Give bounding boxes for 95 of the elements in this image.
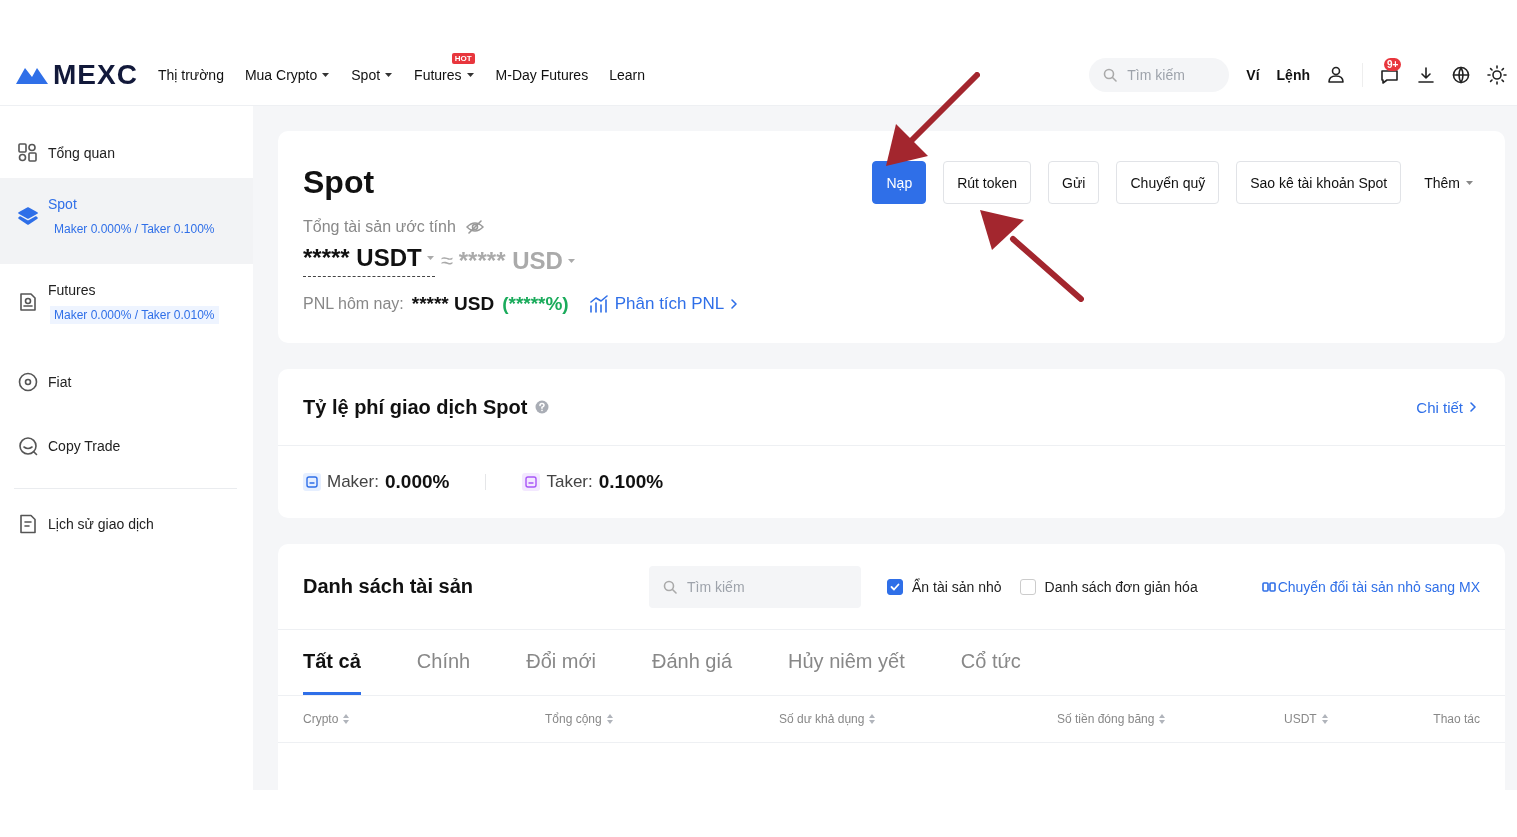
eye-off-icon [465,220,484,234]
page-title: Spot [303,164,375,201]
sort-icon [1159,714,1166,724]
tab[interactable]: Đánh giá [652,630,733,695]
pnl-analysis-link[interactable]: Phân tích PNL [588,294,739,314]
caret-icon [384,72,394,78]
fee-label: Maker: [327,472,379,492]
detail-link[interactable]: Chi tiết [1416,398,1477,416]
sidebar-label: Lịch sử giao dịch [48,516,154,532]
section-title: Tỷ lệ phí giao dịch Spot [303,395,528,419]
pnl-value: ***** USD [411,293,495,315]
column-header[interactable]: Tổng cộng [545,712,779,726]
action-button[interactable]: Rút token [943,161,1032,204]
fee-value: 0.100% [598,471,664,493]
column-header[interactable]: USDT [1284,712,1424,726]
sidebar-label: Spot [48,196,78,212]
section-title: Danh sách tài sản [303,575,475,598]
tab[interactable]: Đổi mới [526,630,596,695]
help-icon [535,400,550,414]
tab[interactable]: Cổ tức [960,630,1021,695]
action-button[interactable]: Gửi [1048,161,1100,204]
sidebar-item[interactable]: Lịch sử giao dịch [0,499,253,549]
sidebar-label: Futures [48,282,97,298]
search-icon [663,579,677,594]
convert-link[interactable]: Chuyển đổi tài sản nhỏ sang MX [1261,578,1480,595]
action-button[interactable]: Chuyển quỹ [1116,161,1220,204]
hot-badge: HOT [451,53,475,64]
caret-icon [425,255,435,261]
tab[interactable]: Hủy niêm yết [788,630,905,695]
nav-link[interactable]: Spot [351,67,394,83]
sidebar-item[interactable]: Copy Trade [0,414,253,478]
caret-icon [465,72,475,78]
estimate-label: Tổng tài sản ước tính [303,218,456,236]
convert-icon [1261,580,1276,593]
logo-text[interactable]: MEXC [53,59,138,91]
notification-badge: 9+ [1384,58,1402,71]
sidebar-item[interactable]: Futures Maker 0.000% / Taker 0.010% [0,264,253,350]
fee-tag: Maker 0.000% / Taker 0.100% [50,220,219,238]
checkbox[interactable] [1019,578,1036,595]
sidebar-item[interactable]: Spot Maker 0.000% / Taker 0.100% [0,178,253,264]
chevron-right-icon [730,298,739,310]
nav-link[interactable]: M-Day Futures [495,67,589,83]
sidebar-item[interactable]: Tổng quan [0,128,253,178]
nav-link[interactable]: Mua Crypto [244,67,331,83]
pnl-percent: (*****%) [502,293,569,315]
search-field[interactable]: Tìm kiếm [649,565,861,608]
sort-icon [343,714,350,724]
approx-sign: ≈ [440,247,453,274]
sort-icon [869,714,876,724]
column-header[interactable]: Crypto [303,712,545,726]
caret-icon [1465,179,1474,186]
list-document-icon [18,514,38,534]
action-button[interactable]: Nạp [872,161,927,204]
fee-label: Taker: [546,472,593,492]
nav-link[interactable]: Lệnh [1276,67,1310,83]
sidebar-label: Tổng quan [48,145,115,161]
tab[interactable]: Chính [416,630,471,695]
search-icon [1103,68,1118,82]
fee-value: 0.000% [384,471,450,493]
nav-link[interactable]: Thị trường [157,67,224,83]
download-icon [1417,66,1435,84]
nav-link[interactable]: Ví [1246,67,1260,83]
sidebar-item[interactable]: Fiat [0,350,253,414]
fee-icon [522,473,541,491]
grid-icon [18,143,38,163]
chat-search-icon [18,436,38,456]
sun-icon [1487,65,1507,85]
chevron-right-icon [1469,401,1477,413]
caret-icon [566,257,576,264]
pnl-label: PNL hôm nay: [303,295,404,313]
tab[interactable]: Tất cả [303,630,361,695]
caret-icon [321,72,331,78]
checkbox-label: Ẩn tài sản nhỏ [912,578,1002,595]
target-icon [18,372,38,392]
checkbox-label: Danh sách đơn giản hóa [1044,578,1198,595]
sort-icon [606,714,613,724]
fee-icon [303,473,321,491]
checkbox[interactable] [887,578,903,595]
column-header: Thao tác [1432,712,1480,726]
chart-icon [588,295,609,313]
action-button[interactable]: Sao kê tài khoản Spot [1236,161,1402,204]
balance-value[interactable]: ***** USDT [303,244,435,277]
sidebar-label: Fiat [48,374,72,390]
layers-icon [18,206,38,226]
sidebar-label: Copy Trade [48,438,121,454]
globe-icon [1452,66,1470,84]
sort-icon [1321,714,1328,724]
column-header[interactable]: Số dư khả dụng [779,712,1057,726]
nav-link[interactable]: Learn [609,67,645,83]
user-icon [1327,66,1345,84]
search-field[interactable]: Tìm kiếm [1089,58,1230,92]
more-button[interactable]: Thêm [1418,173,1480,192]
fee-tag: Maker 0.000% / Taker 0.010% [50,306,219,324]
document-icon [18,292,38,312]
column-header[interactable]: Số tiền đóng băng [1057,712,1284,726]
